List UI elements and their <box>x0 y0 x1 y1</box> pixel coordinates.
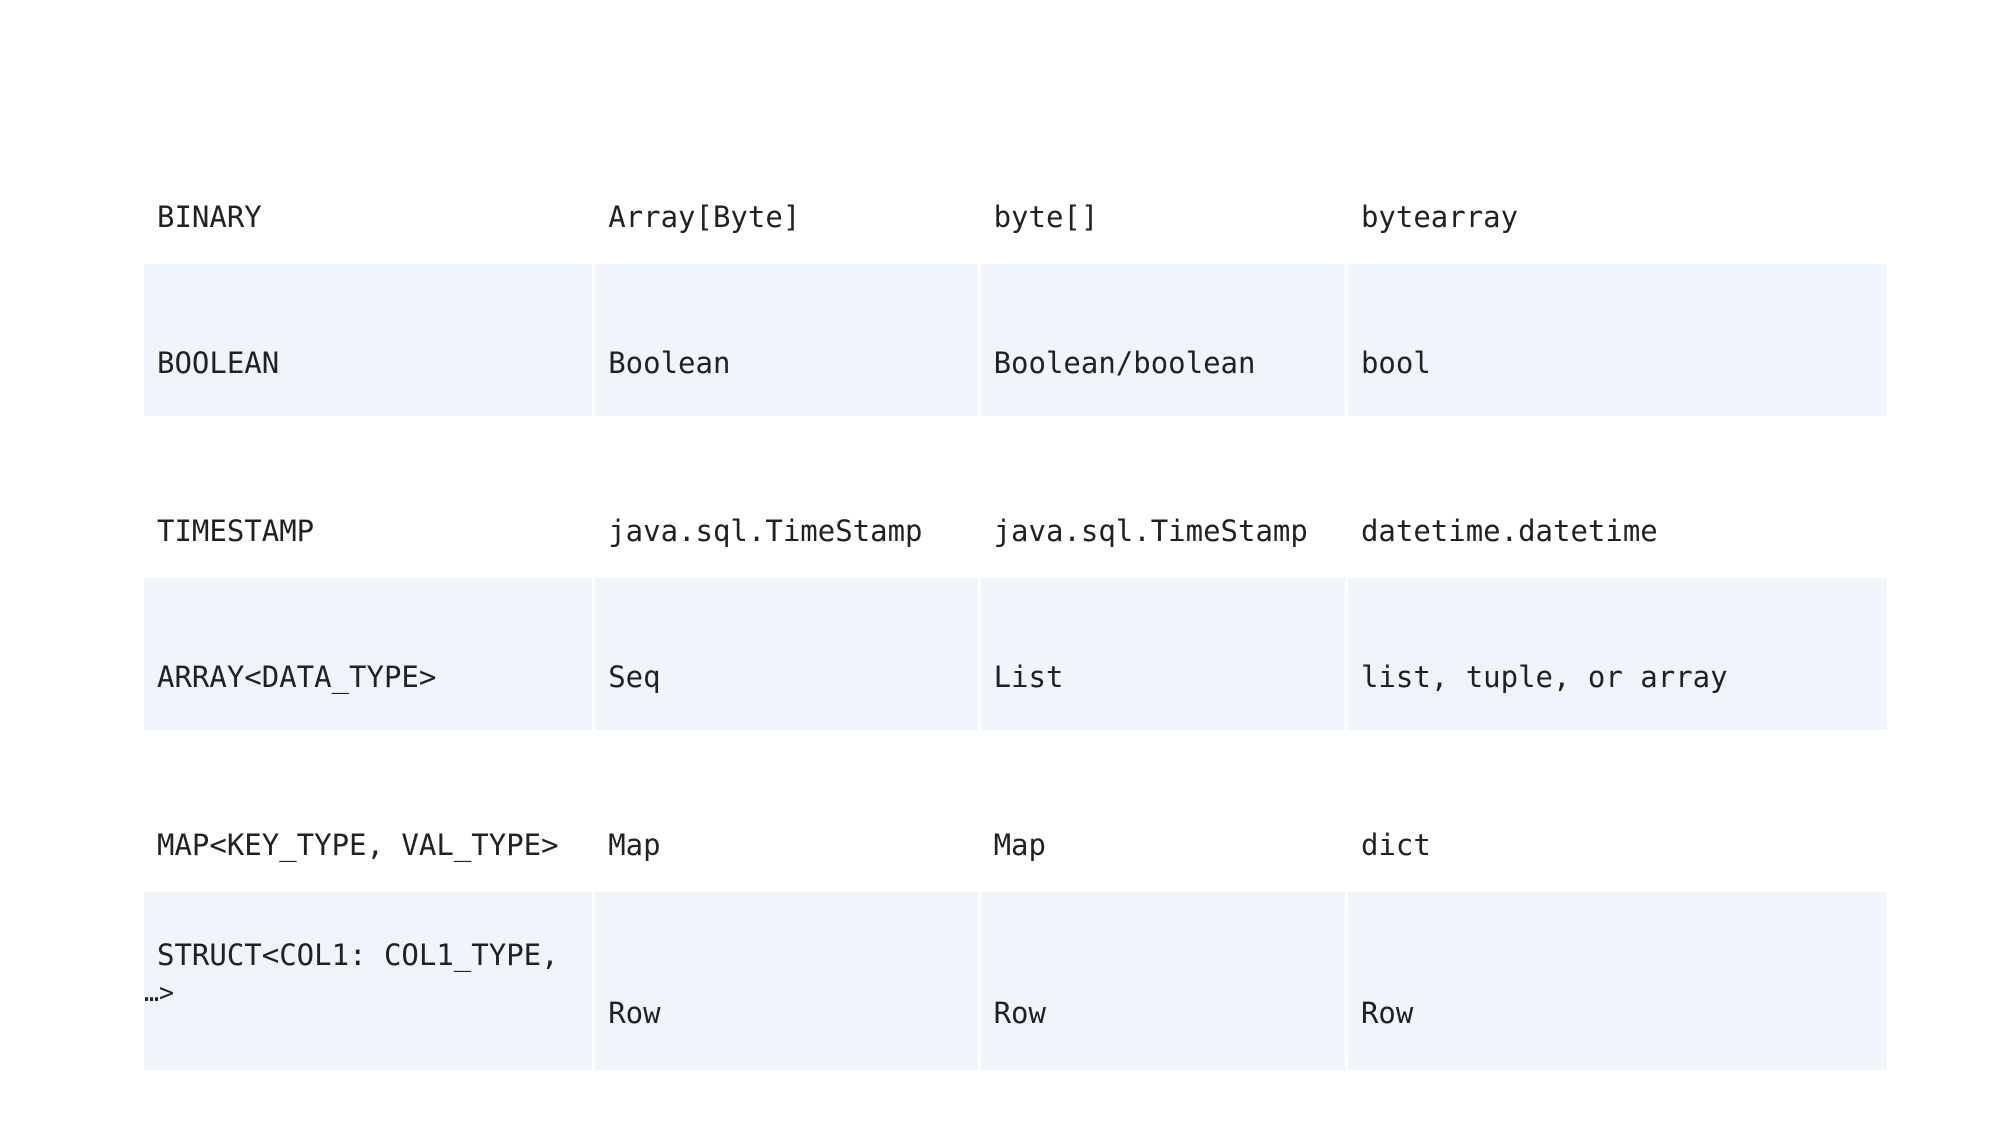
sql-type-cell: STRUCT<COL1: COL1_TYPE, …> <box>144 892 593 1070</box>
sql-type-cell: BINARY <box>157 200 262 234</box>
sql-type-line-1: STRUCT<COL1: COL1_TYPE, <box>157 938 559 972</box>
java-type-cell: Boolean/boolean <box>980 264 1345 416</box>
table-row: STRUCT<COL1: COL1_TYPE, …> Row Row Row <box>144 892 1887 1070</box>
python-type-cell: datetime.datetime <box>1360 514 1658 548</box>
table-row: BINARY Array[Byte] byte[] bytearray <box>144 102 1887 264</box>
scala-type-cell: java.sql.TimeStamp <box>608 514 923 548</box>
sql-type-line-2: …> <box>144 978 175 1007</box>
sql-type-cell: ARRAY<DATA_TYPE> <box>144 578 593 730</box>
python-type-cell: dict <box>1360 828 1431 862</box>
sql-type-multiline: STRUCT<COL1: COL1_TYPE, …> <box>144 900 559 1048</box>
table-row: BOOLEAN Boolean Boolean/boolean bool <box>144 264 1887 416</box>
sql-type-cell: BOOLEAN <box>144 264 593 416</box>
scala-type-cell: Seq <box>595 578 978 730</box>
scala-type-cell: Map <box>608 828 661 862</box>
java-type-cell: byte[] <box>993 200 1099 234</box>
python-type-cell: bool <box>1347 264 1887 416</box>
scala-type-cell: Array[Byte] <box>608 200 801 234</box>
python-type-cell: Row <box>1347 892 1887 1070</box>
data-type-table: BINARY Array[Byte] byte[] bytearray BOOL… <box>144 102 1887 1070</box>
table-row: ARRAY<DATA_TYPE> Seq List list, tuple, o… <box>144 578 1887 730</box>
python-type-cell: bytearray <box>1360 200 1519 234</box>
table-row: TIMESTAMP java.sql.TimeStamp java.sql.Ti… <box>144 416 1887 578</box>
python-type-cell: list, tuple, or array <box>1347 578 1887 730</box>
scala-type-cell: Boolean <box>595 264 978 416</box>
java-type-cell: List <box>980 578 1345 730</box>
java-type-cell: Map <box>993 828 1046 862</box>
table-row: MAP<KEY_TYPE, VAL_TYPE> Map Map dict <box>144 730 1887 892</box>
java-type-cell: java.sql.TimeStamp <box>993 514 1308 548</box>
java-type-cell: Row <box>980 892 1345 1070</box>
scala-type-cell: Row <box>595 892 978 1070</box>
sql-type-cell: TIMESTAMP <box>157 514 315 548</box>
sql-type-cell: MAP<KEY_TYPE, VAL_TYPE> <box>157 828 559 862</box>
